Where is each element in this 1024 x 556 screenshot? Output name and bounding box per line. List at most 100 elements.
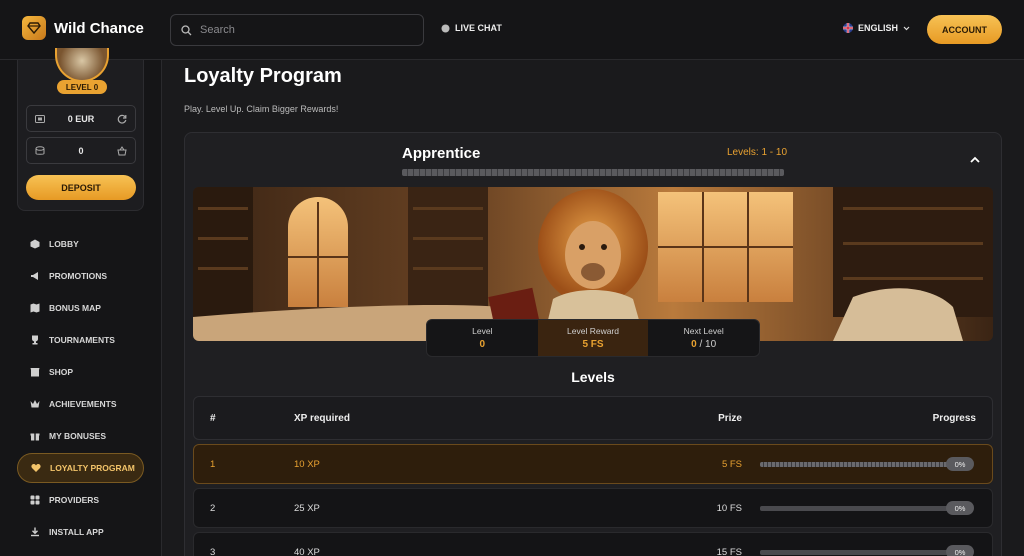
sidebar-item-label: PROVIDERS: [49, 495, 100, 505]
level-stats: Level 0 Level Reward 5 FS Next Level 0 /…: [426, 319, 760, 357]
account-button[interactable]: ACCOUNT: [927, 15, 1002, 44]
sidebar-item-lobby[interactable]: LOBBY: [17, 229, 144, 259]
column-xp: XP required: [294, 412, 350, 424]
basket-icon[interactable]: [117, 145, 127, 156]
stat-next-value: 0 / 10: [691, 339, 716, 350]
chevron-up-icon[interactable]: [968, 153, 982, 167]
tier-levels-range: Levels: 1 - 10: [727, 147, 788, 158]
uk-flag-icon: [843, 23, 853, 33]
search-box[interactable]: [170, 14, 424, 46]
column-prize: Prize: [718, 412, 742, 424]
row-xp: 25 XP: [294, 502, 320, 514]
row-prize: 10 FS: [716, 502, 742, 514]
row-xp: 10 XP: [294, 458, 320, 470]
tier-panel: Apprentice Levels: 1 - 10 Level 0 Level …: [184, 132, 1002, 556]
stat-next-level: Next Level 0 / 10: [648, 320, 759, 356]
tier-banner-image: [193, 187, 993, 341]
sidebar-item-providers[interactable]: PROVIDERS: [17, 485, 144, 515]
stat-level-value: 0: [479, 339, 486, 350]
chat-bubble-icon: [441, 24, 450, 32]
stat-level-label: Level: [472, 326, 493, 336]
main-content: Loyalty Program Play. Level Up. Claim Bi…: [162, 60, 1024, 556]
avatar[interactable]: [55, 48, 109, 82]
balance-eur-value: 0 EUR: [67, 113, 95, 124]
row-progress-bar: [760, 462, 950, 467]
stat-level-reward: Level Reward 5 FS: [537, 320, 649, 356]
column-progress: Progress: [932, 412, 976, 424]
row-progress-percent: 0%: [946, 501, 974, 515]
tier-name: Apprentice: [402, 145, 481, 162]
row-number: 3: [210, 546, 216, 556]
diamond-logo-icon: [22, 16, 46, 40]
cube-icon: [30, 239, 40, 249]
sidebar-item-label: SHOP: [49, 367, 74, 377]
row-progress-percent: 0%: [946, 457, 974, 471]
sidebar-item-bonus-map[interactable]: BONUS MAP: [17, 293, 144, 323]
sidebar-item-label: LOYALTY PROGRAM: [50, 463, 135, 473]
sidebar-item-label: TOURNAMENTS: [49, 335, 115, 345]
top-bar: Wild Chance LIVE CHAT ENGLISH ACCOUNT: [0, 0, 1024, 60]
balance-coins-value: 0: [78, 145, 84, 156]
wallet-icon: [35, 114, 45, 123]
megaphone-icon: [30, 271, 40, 281]
sidebar-item-loyalty-program[interactable]: LOYALTY PROGRAM: [17, 453, 144, 483]
language-label: ENGLISH: [858, 23, 899, 33]
row-xp: 40 XP: [294, 546, 320, 556]
search-icon: [181, 24, 192, 35]
shop-icon: [30, 367, 40, 377]
table-row[interactable]: 2 25 XP 10 FS 0%: [193, 488, 993, 528]
live-chat-button[interactable]: LIVE CHAT: [441, 23, 502, 33]
table-row[interactable]: 3 40 XP 15 FS 0%: [193, 532, 993, 556]
stat-reward-label: Level Reward: [567, 326, 619, 336]
language-selector[interactable]: ENGLISH: [843, 23, 910, 33]
crown-icon: [30, 399, 40, 409]
sidebar-item-label: PROMOTIONS: [49, 271, 108, 281]
table-row[interactable]: 1 10 XP 5 FS 0%: [193, 444, 993, 484]
row-progress-percent: 0%: [946, 545, 974, 556]
brand[interactable]: Wild Chance: [22, 16, 144, 40]
sidebar-item-my-bonuses[interactable]: MY BONUSES: [17, 421, 144, 451]
chevron-down-icon: [903, 26, 910, 30]
sidebar-item-label: BONUS MAP: [49, 303, 101, 313]
row-prize: 15 FS: [716, 546, 742, 556]
grid-icon: [30, 495, 40, 505]
stat-next-total: / 10: [696, 339, 717, 350]
live-chat-label: LIVE CHAT: [455, 23, 502, 33]
trophy-icon: [30, 335, 40, 345]
stat-reward-value: 5 FS: [582, 339, 604, 350]
profile-card: LEVEL 0 0 EUR 0 DEPOSIT: [17, 48, 144, 211]
balance-coins[interactable]: 0: [26, 137, 136, 164]
heart-icon: [31, 463, 41, 473]
sidebar-item-install-app[interactable]: INSTALL APP: [17, 517, 144, 547]
row-prize: 5 FS: [721, 458, 742, 470]
row-number: 1: [210, 458, 216, 470]
deposit-button[interactable]: DEPOSIT: [26, 175, 136, 200]
balance-eur[interactable]: 0 EUR: [26, 105, 136, 132]
brand-name: Wild Chance: [54, 19, 144, 37]
sidebar-item-tournaments[interactable]: TOURNAMENTS: [17, 325, 144, 355]
download-icon: [30, 527, 40, 537]
search-input[interactable]: [200, 24, 400, 36]
row-number: 2: [210, 502, 216, 514]
sidebar-item-label: MY BONUSES: [49, 431, 106, 441]
levels-title: Levels: [571, 369, 615, 385]
stat-level: Level 0: [427, 320, 538, 356]
sidebar-item-promotions[interactable]: PROMOTIONS: [17, 261, 144, 291]
levels-table-header: # XP required Prize Progress: [193, 396, 993, 440]
sidebar-item-label: LOBBY: [49, 239, 79, 249]
page-title: Loyalty Program: [184, 65, 342, 87]
tier-progress-bar: [402, 169, 784, 176]
sidebar-item-shop[interactable]: SHOP: [17, 357, 144, 387]
gift-icon: [30, 431, 40, 441]
sidebar-item-label: ACHIEVEMENTS: [49, 399, 117, 409]
level-badge: LEVEL 0: [57, 80, 107, 94]
sidebar-item-achievements[interactable]: ACHIEVEMENTS: [17, 389, 144, 419]
stat-next-label: Next Level: [683, 326, 724, 336]
refresh-icon[interactable]: [117, 114, 127, 124]
map-icon: [30, 303, 40, 313]
column-number: #: [210, 412, 216, 424]
page-subtitle: Play. Level Up. Claim Bigger Rewards!: [184, 104, 339, 114]
sidebar: LEVEL 0 0 EUR 0 DEPOSIT LOBBY PROMOTIONS…: [0, 48, 162, 556]
sidebar-item-label: INSTALL APP: [49, 527, 104, 537]
row-progress-bar: [760, 550, 950, 555]
